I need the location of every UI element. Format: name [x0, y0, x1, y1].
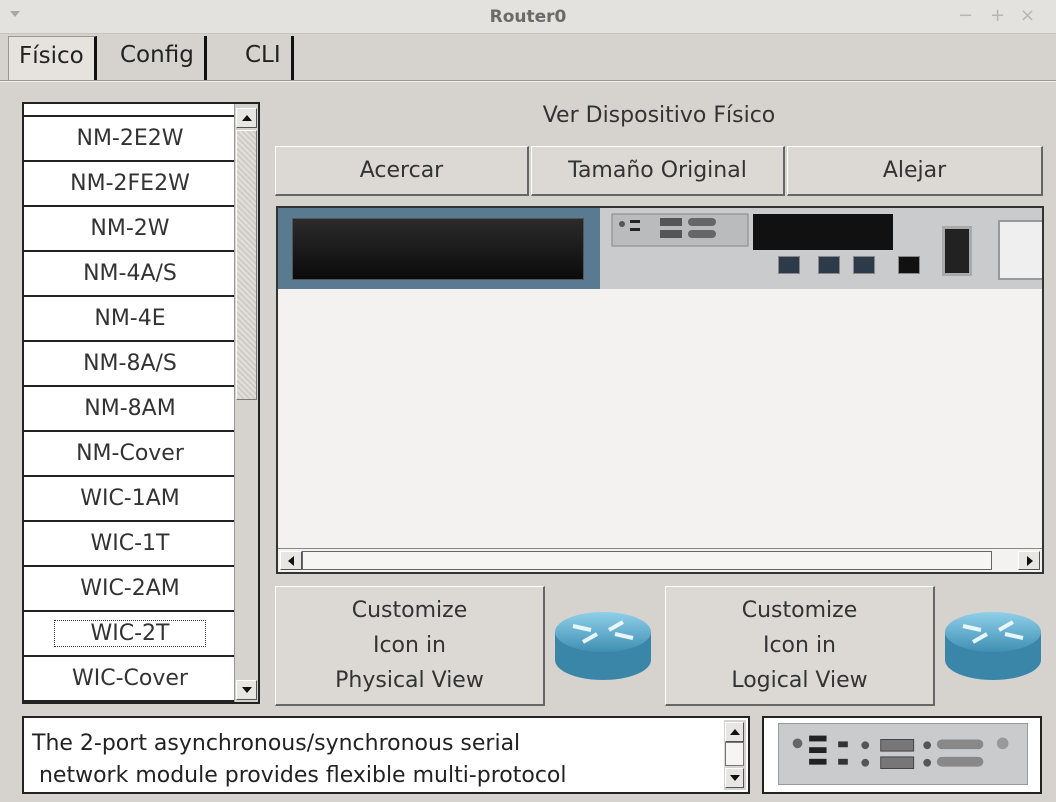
port-icon[interactable]: [898, 256, 920, 274]
zoom-out-button[interactable]: Alejar: [787, 146, 1043, 196]
list-item[interactable]: NM-2E2W: [24, 117, 236, 162]
original-size-button[interactable]: Tamaño Original: [531, 146, 785, 196]
list-item[interactable]: NM-2W: [24, 207, 236, 252]
viewer-horizontal-scrollbar[interactable]: [278, 548, 1042, 572]
description-scrollbar[interactable]: [724, 720, 746, 790]
scroll-up-button[interactable]: [236, 108, 257, 128]
zoom-in-button[interactable]: Acercar: [275, 146, 529, 196]
scroll-right-button[interactable]: [1018, 551, 1040, 570]
close-icon[interactable]: ×: [1020, 5, 1035, 26]
description-line: The 2-port asynchronous/synchronous seri…: [32, 731, 521, 756]
scroll-down-button[interactable]: [725, 768, 744, 788]
minimize-icon[interactable]: −: [958, 5, 973, 26]
module-items: NM-2E2W NM-2FE2W NM-2W NM-4A/S NM-4E NM-…: [24, 117, 236, 702]
arrow-down-icon: [241, 687, 252, 693]
aux-port-icon[interactable]: [853, 256, 875, 274]
arrow-up-icon: [241, 115, 252, 121]
list-item[interactable]: WIC-1AM: [24, 477, 236, 522]
router-chassis-image: [278, 208, 1042, 289]
wic-module-image: [600, 208, 750, 289]
tab-config[interactable]: Config: [110, 36, 207, 80]
power-socket-icon: [998, 220, 1042, 280]
list-item[interactable]: NM-8AM: [24, 387, 236, 432]
module-preview: [762, 716, 1042, 794]
module-description[interactable]: The 2-port asynchronous/synchronous seri…: [22, 716, 750, 794]
tab-cli[interactable]: CLI: [235, 36, 294, 80]
list-item[interactable]: WIC-2AM: [24, 567, 236, 612]
list-item[interactable]: NM-8A/S: [24, 342, 236, 387]
title-bar: Router0 − + ×: [0, 0, 1056, 34]
arrow-up-icon: [729, 729, 740, 735]
scroll-down-button[interactable]: [236, 680, 257, 700]
list-item[interactable]: NM-4E: [24, 297, 236, 342]
module-list[interactable]: NM-2E2W NM-2FE2W NM-2W NM-4A/S NM-4E NM-…: [22, 102, 260, 704]
list-item[interactable]: NM-2FE2W: [24, 162, 236, 207]
list-item[interactable]: NM-4A/S: [24, 252, 236, 297]
description-line: network module provides flexible multi-p…: [32, 763, 567, 788]
ethernet-port-icon[interactable]: [778, 256, 800, 274]
list-item-selected[interactable]: WIC-2T: [24, 612, 236, 657]
power-switch-icon[interactable]: [942, 226, 972, 276]
scroll-thumb[interactable]: [236, 130, 257, 400]
customize-physical-icon-button[interactable]: Customize Icon in Physical View: [275, 586, 545, 706]
device-viewer[interactable]: [276, 206, 1044, 574]
module-list-scrollbar[interactable]: [234, 104, 258, 702]
scroll-thumb[interactable]: [302, 551, 992, 570]
console-port-icon[interactable]: [818, 256, 840, 274]
arrow-right-icon: [1027, 556, 1033, 566]
list-item[interactable]: NM-Cover: [24, 432, 236, 477]
scroll-left-button[interactable]: [280, 551, 302, 570]
router-icon: [945, 612, 1041, 680]
arrow-down-icon: [729, 775, 740, 781]
list-item[interactable]: WIC-Cover: [24, 657, 236, 702]
empty-module-slot[interactable]: [292, 218, 584, 280]
scroll-up-button[interactable]: [725, 722, 744, 742]
maximize-icon[interactable]: +: [990, 5, 1005, 26]
window-title: Router0: [489, 7, 567, 27]
physical-view-heading: Ver Dispositivo Físico: [542, 103, 776, 128]
arrow-left-icon: [288, 556, 294, 566]
router-icon: [555, 612, 651, 680]
tab-fisico[interactable]: Físico: [8, 36, 97, 82]
customize-logical-icon-button[interactable]: Customize Icon in Logical View: [665, 586, 935, 706]
tab-divider: [0, 80, 1056, 82]
wic-slot[interactable]: [753, 214, 893, 250]
list-item[interactable]: WIC-1T: [24, 522, 236, 567]
scroll-thumb[interactable]: [725, 742, 744, 766]
wic-2t-module-image: [778, 723, 1028, 785]
